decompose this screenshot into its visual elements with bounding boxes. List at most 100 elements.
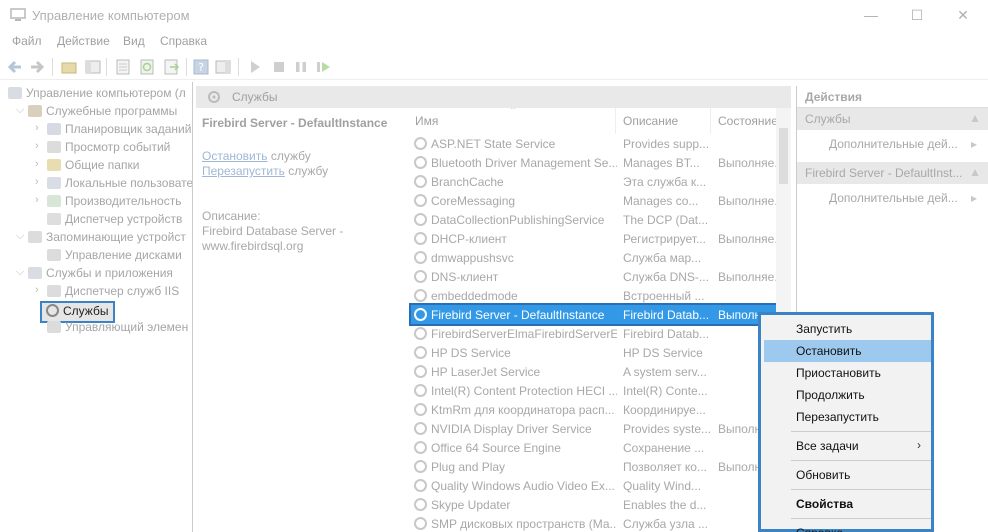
pause-service-icon[interactable] (292, 58, 310, 76)
context-menu-pause[interactable]: Приостановить (764, 362, 931, 384)
description-text-2: www.firebirdsql.org (202, 239, 304, 253)
chevron-right-icon[interactable]: › (35, 194, 39, 206)
gear-icon (46, 304, 59, 317)
context-menu-all-tasks[interactable]: Все задачи › (764, 435, 931, 457)
up-folder-icon[interactable] (60, 58, 78, 76)
table-row[interactable]: BranchCache Эта служба к... (411, 172, 776, 191)
table-row[interactable]: DHCP-клиент Регистрирует... Выполняе... (411, 229, 776, 248)
toolbar-separator (238, 58, 239, 76)
tree-item-label: Служебные программы (46, 104, 178, 118)
table-row[interactable]: HP LaserJet Service A system serv... (411, 362, 776, 381)
tree-item-storage[interactable]: ⌵ Запоминающие устройст (16, 230, 186, 248)
minimize-button[interactable]: — (848, 4, 894, 28)
show-hide-tree-icon[interactable] (84, 58, 102, 76)
service-name-cell: KtmRm для координатора расп... (431, 403, 615, 417)
close-button[interactable]: ✕ (940, 4, 986, 28)
tree-item-disk-management[interactable]: Управление дисками (47, 248, 182, 266)
restart-service-link[interactable]: Перезапустить (202, 164, 285, 178)
refresh-icon[interactable] (138, 58, 156, 76)
event-viewer-icon (47, 141, 61, 153)
tree-item-wmi-control[interactable]: Управляющий элемен (47, 320, 188, 338)
tree-item-local-users[interactable]: › Локальные пользовате (35, 176, 192, 194)
tree-item-event-viewer[interactable]: › Просмотр событий (35, 140, 170, 158)
column-header-status[interactable]: Состояние (718, 114, 776, 128)
service-description-cell: Служба мар... (623, 251, 702, 265)
actions-group-services[interactable]: Службы ▲ (797, 108, 988, 130)
column-header-description[interactable]: Описание (623, 114, 678, 128)
chevron-right-icon[interactable]: › (35, 122, 39, 134)
table-row[interactable]: embeddedmode Встроенный ... (411, 286, 776, 305)
chevron-down-icon[interactable]: ⌵ (16, 104, 24, 117)
tree-item-root[interactable]: Управление компьютером (л (8, 86, 186, 104)
actions-more-services[interactable]: Дополнительные дей... ▸ (829, 137, 977, 151)
context-menu-start[interactable]: Запустить (764, 318, 931, 340)
table-row[interactable]: Quality Windows Audio Video Ex... Quality… (411, 476, 776, 495)
menu-action[interactable]: Действие (57, 34, 110, 48)
table-row[interactable]: SMP дисковых пространств (Ма... Служба уз… (411, 514, 776, 532)
table-row[interactable]: KtmRm для координатора расп... Координиру… (411, 400, 776, 419)
table-row[interactable]: dmwappushsvc Служба мар... (411, 248, 776, 267)
table-row[interactable]: HP DS Service HP DS Service (411, 343, 776, 362)
scrollbar-thumb[interactable] (779, 128, 788, 184)
maximize-button[interactable]: ☐ (894, 4, 940, 28)
table-row[interactable]: DataCollectionPublishingService The DCP (… (411, 210, 776, 229)
context-menu-restart[interactable]: Перезапустить (764, 406, 931, 428)
column-header-name[interactable]: Имя (415, 114, 438, 128)
menu-view[interactable]: Вид (123, 34, 145, 48)
actions-group-firebird[interactable]: Firebird Server - DefaultInst... ▲ (797, 162, 988, 184)
tree-item-services-apps[interactable]: ⌵ Службы и приложения (16, 266, 173, 284)
help-icon[interactable]: ? (192, 58, 210, 76)
export-list-icon[interactable] (162, 58, 180, 76)
table-row[interactable]: Bluetooth Driver Management Se... Manages… (411, 153, 776, 172)
tree-item-shared-folders[interactable]: › Общие папки (35, 158, 139, 176)
context-menu-stop[interactable]: Остановить (764, 340, 931, 362)
menu-help[interactable]: Справка (160, 34, 207, 48)
table-row[interactable]: Office 64 Source Engine Сохранение ... (411, 438, 776, 457)
chevron-right-icon[interactable]: › (35, 140, 39, 152)
tree-item-device-manager[interactable]: Диспетчер устройств (47, 212, 182, 230)
services-header: Службы (196, 86, 791, 108)
tree-item-task-scheduler[interactable]: › Планировщик заданий (35, 122, 191, 140)
context-menu-properties[interactable]: Свойства (764, 493, 931, 515)
context-menu-help[interactable]: Справка (764, 522, 931, 532)
start-service-icon[interactable] (246, 58, 264, 76)
table-row[interactable]: FirebirdServerElmaFirebirdServerExp... Fi… (411, 324, 776, 343)
gear-icon (414, 156, 427, 169)
context-menu-refresh[interactable]: Обновить (764, 464, 931, 486)
clock-icon (47, 123, 61, 135)
chevron-up-icon[interactable]: ▲ (969, 111, 981, 125)
gear-icon (414, 270, 427, 283)
table-row[interactable]: Plug and PlayПозволяет ко...Выполняе... (411, 457, 776, 476)
properties-icon[interactable] (114, 58, 132, 76)
gear-icon (414, 194, 427, 207)
actions-header: Действия (797, 86, 988, 108)
context-menu-resume[interactable]: Продолжить (764, 384, 931, 406)
actions-more-firebird[interactable]: Дополнительные дей... ▸ (829, 191, 977, 205)
gear-icon (414, 422, 427, 435)
menu-file[interactable]: Файл (12, 34, 42, 48)
restart-service-icon[interactable] (314, 58, 332, 76)
gear-icon (414, 365, 427, 378)
chevron-right-icon[interactable]: › (35, 176, 39, 188)
chevron-up-icon[interactable]: ▲ (969, 165, 981, 179)
table-row[interactable]: NVIDIA Display Driver Service Provides sy… (411, 419, 776, 438)
show-action-pane-icon[interactable] (214, 58, 232, 76)
table-row[interactable]: CoreMessaging Manages co... Выполняе... (411, 191, 776, 210)
table-row[interactable]: ASP.NET State Service Provides supp... (411, 134, 776, 153)
table-row[interactable]: Firebird Server - DefaultInstance Firebir… (409, 303, 776, 326)
back-icon[interactable] (6, 58, 24, 76)
tree-item-system-tools[interactable]: ⌵ Служебные программы (16, 104, 178, 122)
chevron-down-icon[interactable]: ⌵ (16, 266, 24, 279)
chevron-right-icon[interactable]: › (35, 158, 39, 170)
tree-item-performance[interactable]: › Производительность (35, 194, 181, 212)
chevron-down-icon[interactable]: ⌵ (16, 230, 24, 243)
stop-service-link[interactable]: Остановить (202, 149, 268, 163)
forward-icon[interactable] (28, 58, 46, 76)
chevron-right-icon[interactable]: › (35, 284, 39, 296)
table-row[interactable]: Intel(R) Content Protection HECI ... Inte… (411, 381, 776, 400)
table-row[interactable]: DNS-клиент Служба DNS-... Выполняе... (411, 267, 776, 286)
stop-service-icon[interactable] (270, 58, 288, 76)
tree-item-iis-manager[interactable]: › Диспетчер служб IIS (35, 284, 179, 302)
table-row[interactable]: Skype Updater Enables the d... (411, 495, 776, 514)
gear-icon (414, 137, 427, 150)
